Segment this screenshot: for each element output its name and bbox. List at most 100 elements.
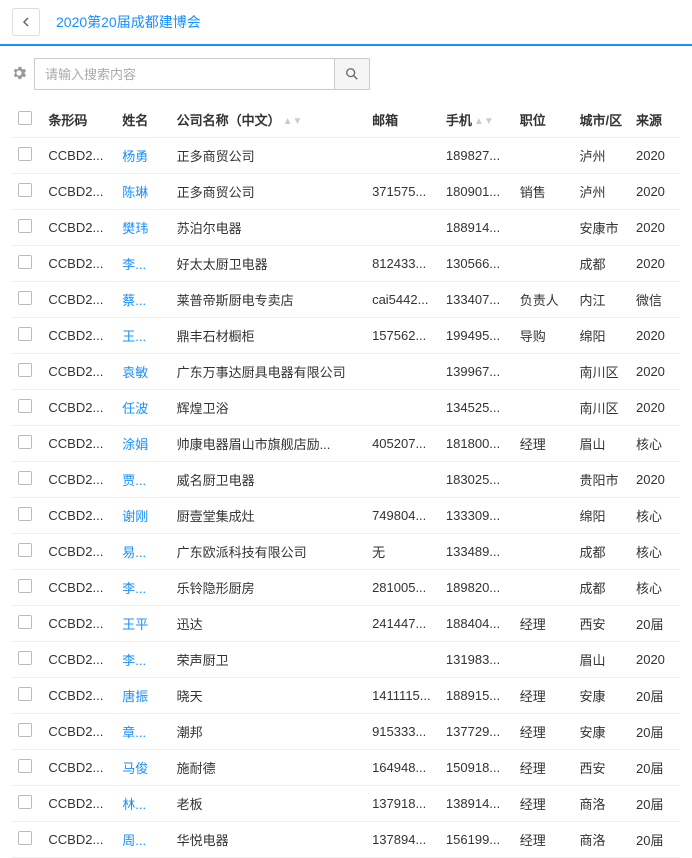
row-checkbox[interactable] [18,723,32,737]
cell-city: 泸州 [574,138,630,174]
back-button[interactable] [12,8,40,36]
search-input[interactable] [34,58,334,90]
col-header-name[interactable]: 姓名 [116,102,170,138]
name-link[interactable]: 周... [122,833,146,848]
select-all-checkbox[interactable] [18,111,32,125]
row-checkbox[interactable] [18,759,32,773]
name-link[interactable]: 陈琳 [122,185,148,200]
row-checkbox[interactable] [18,399,32,413]
table-row[interactable]: CCBD2...唐振晓天1411115...188915...经理安康20届 [12,678,680,714]
name-link[interactable]: 蔡... [122,293,146,308]
row-checkbox[interactable] [18,831,32,845]
row-checkbox[interactable] [18,363,32,377]
row-checkbox[interactable] [18,219,32,233]
cell-barcode: CCBD2... [42,498,116,534]
table-row[interactable]: CCBD2...樊玮苏泊尔电器188914...安康市2020 [12,210,680,246]
table-row[interactable]: CCBD2...马俊施耐德164948...150918...经理西安20届 [12,750,680,786]
name-link[interactable]: 袁敏 [122,365,148,380]
name-link[interactable]: 涂娟 [122,437,148,452]
name-link[interactable]: 贾... [122,473,146,488]
row-checkbox[interactable] [18,687,32,701]
table-row[interactable]: CCBD2...谢刚厨壹堂集成灶749804...133309...绵阳核心 [12,498,680,534]
table-row[interactable]: CCBD2...李...乐铃隐形厨房281005...189820...成都核心 [12,570,680,606]
name-link[interactable]: 李... [122,653,146,668]
cell-barcode: CCBD2... [42,822,116,858]
cell-company: 广东万事达厨具电器有限公司 [171,354,367,390]
name-link[interactable]: 王平 [122,617,148,632]
cell-position [514,462,574,498]
cell-position: 经理 [514,822,574,858]
table-row[interactable]: CCBD2...袁敏广东万事达厨具电器有限公司139967...南川区2020 [12,354,680,390]
cell-phone: 189820... [440,570,514,606]
row-checkbox[interactable] [18,327,32,341]
row-checkbox[interactable] [18,543,32,557]
cell-phone: 189827... [440,138,514,174]
name-link[interactable]: 唐振 [122,689,148,704]
col-header-phone[interactable]: 手机▲▼ [440,102,514,138]
name-link[interactable]: 李... [122,581,146,596]
cell-city: 绵阳 [574,498,630,534]
cell-source: 核心 [630,498,680,534]
search-button[interactable] [334,58,370,90]
table-row[interactable]: CCBD2...王...鼎丰石材橱柜157562...199495...导购绵阳… [12,318,680,354]
col-header-company[interactable]: 公司名称（中文）▲▼ [171,102,367,138]
row-checkbox[interactable] [18,147,32,161]
cell-barcode: CCBD2... [42,462,116,498]
col-header-barcode[interactable]: 条形码 [42,102,116,138]
cell-city: 泸州 [574,174,630,210]
table-row[interactable]: CCBD2...周...华悦电器137894...156199...经理商洛20… [12,822,680,858]
col-header-city[interactable]: 城市/区 [574,102,630,138]
cell-position: 销售 [514,174,574,210]
table-row[interactable]: CCBD2...涂娟帅康电器眉山市旗舰店励...405207...181800.… [12,426,680,462]
row-checkbox[interactable] [18,183,32,197]
name-link[interactable]: 马俊 [122,761,148,776]
cell-email: 405207... [366,426,440,462]
row-checkbox[interactable] [18,651,32,665]
row-checkbox[interactable] [18,507,32,521]
cell-source: 核心 [630,570,680,606]
name-link[interactable]: 王... [122,329,146,344]
row-checkbox[interactable] [18,471,32,485]
table-row[interactable]: CCBD2...蔡...莱普帝斯厨电专卖店cai5442...133407...… [12,282,680,318]
cell-company: 施耐德 [171,750,367,786]
col-header-source[interactable]: 来源 [630,102,680,138]
cell-company: 迅达 [171,606,367,642]
cell-barcode: CCBD2... [42,390,116,426]
table-row[interactable]: CCBD2...易...广东欧派科技有限公司无133489...成都核心 [12,534,680,570]
name-link[interactable]: 章... [122,725,146,740]
cell-source: 核心 [630,534,680,570]
name-link[interactable]: 樊玮 [122,221,148,236]
table-row[interactable]: CCBD2...李...好太太厨卫电器812433...130566...成都2… [12,246,680,282]
cell-company: 辉煌卫浴 [171,390,367,426]
cell-position [514,498,574,534]
col-header-position[interactable]: 职位 [514,102,574,138]
cell-barcode: CCBD2... [42,750,116,786]
row-checkbox[interactable] [18,435,32,449]
table-row[interactable]: CCBD2...贾...威名厨卫电器183025...贵阳市2020 [12,462,680,498]
table-row[interactable]: CCBD2...李...荣声厨卫131983...眉山2020 [12,642,680,678]
name-link[interactable]: 杨勇 [122,149,148,164]
cell-company: 苏泊尔电器 [171,210,367,246]
name-link[interactable]: 李... [122,257,146,272]
name-link[interactable]: 易... [122,545,146,560]
row-checkbox[interactable] [18,291,32,305]
name-link[interactable]: 谢刚 [122,509,148,524]
breadcrumb-title[interactable]: 2020第20届成都建博会 [56,12,201,32]
row-checkbox[interactable] [18,795,32,809]
table-row[interactable]: CCBD2...任波辉煌卫浴134525...南川区2020 [12,390,680,426]
name-link[interactable]: 林... [122,797,146,812]
table-row[interactable]: CCBD2...王平迅达241447...188404...经理西安20届 [12,606,680,642]
table-row[interactable]: CCBD2...林...老板137918...138914...经理商洛20届 [12,786,680,822]
row-checkbox[interactable] [18,615,32,629]
col-header-email[interactable]: 邮箱 [366,102,440,138]
row-checkbox[interactable] [18,579,32,593]
row-checkbox[interactable] [18,255,32,269]
cell-company: 乐铃隐形厨房 [171,570,367,606]
table-row[interactable]: CCBD2...陈琳正多商贸公司371575...180901...销售泸州20… [12,174,680,210]
table-row[interactable]: CCBD2...章...潮邦915333...137729...经理安康20届 [12,714,680,750]
cell-company: 晓天 [171,678,367,714]
gear-icon[interactable] [12,66,26,83]
table-row[interactable]: CCBD2...杨勇正多商贸公司189827...泸州2020 [12,138,680,174]
name-link[interactable]: 任波 [122,401,148,416]
cell-position: 负责人 [514,282,574,318]
